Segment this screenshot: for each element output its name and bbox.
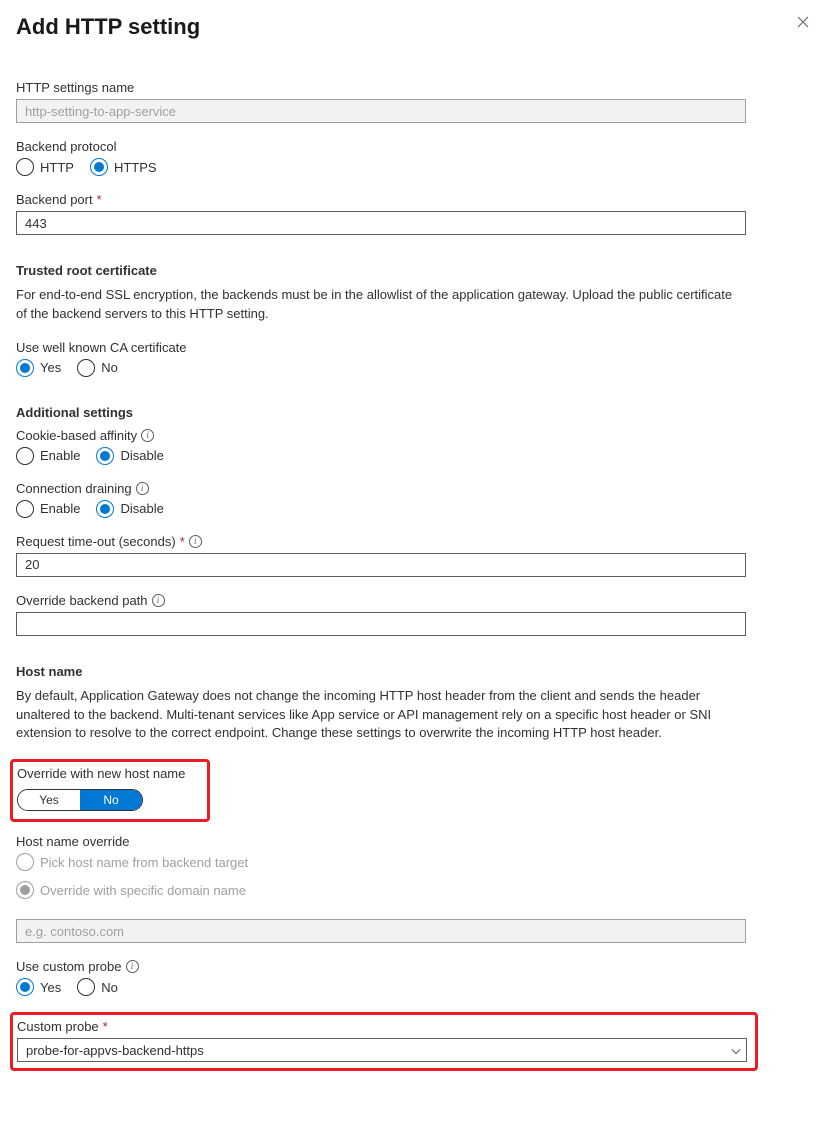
custom-probe-label: Custom probe* — [17, 1019, 749, 1034]
trusted-cert-heading: Trusted root certificate — [16, 263, 815, 278]
request-timeout-label: Request time-out (seconds)* i — [16, 534, 815, 549]
override-backend-path-label: Override backend path i — [16, 593, 815, 608]
info-icon[interactable]: i — [141, 429, 154, 442]
info-icon[interactable]: i — [189, 535, 202, 548]
http-settings-name-input[interactable] — [16, 99, 746, 123]
wellknown-ca-label: Use well known CA certificate — [16, 340, 815, 355]
override-new-hostname-no[interactable]: No — [80, 790, 142, 810]
info-icon[interactable]: i — [152, 594, 165, 607]
highlight-override-hostname: Override with new host name Yes No — [10, 759, 210, 822]
override-backend-path-input[interactable] — [16, 612, 746, 636]
use-custom-probe-yes-radio[interactable]: Yes — [16, 978, 61, 996]
wellknown-ca-no-radio[interactable]: No — [77, 359, 118, 377]
hostname-override-specific-radio: Override with specific domain name — [16, 881, 815, 899]
info-icon[interactable]: i — [136, 482, 149, 495]
override-new-hostname-label: Override with new host name — [17, 766, 199, 781]
highlight-custom-probe: Custom probe* probe-for-appvs-backend-ht… — [10, 1012, 758, 1071]
hostname-help: By default, Application Gateway does not… — [16, 687, 746, 744]
cookie-affinity-label: Cookie-based affinity i — [16, 428, 815, 443]
hostname-heading: Host name — [16, 664, 815, 679]
hostname-specific-input — [16, 919, 746, 943]
wellknown-ca-yes-text: Yes — [40, 360, 61, 375]
backend-protocol-label: Backend protocol — [16, 139, 815, 154]
use-custom-probe-no-radio[interactable]: No — [77, 978, 118, 996]
connection-draining-label: Connection draining i — [16, 481, 815, 496]
custom-probe-selected-value: probe-for-appvs-backend-https — [26, 1043, 204, 1058]
backend-protocol-http-radio[interactable]: HTTP — [16, 158, 74, 176]
custom-probe-select[interactable]: probe-for-appvs-backend-https — [17, 1038, 747, 1062]
override-new-hostname-yes[interactable]: Yes — [18, 790, 80, 810]
backend-protocol-https-radio[interactable]: HTTPS — [90, 158, 157, 176]
connection-draining-disable-radio[interactable]: Disable — [96, 500, 163, 518]
backend-port-label: Backend port* — [16, 192, 815, 207]
http-settings-name-label: HTTP settings name — [16, 80, 815, 95]
use-custom-probe-label: Use custom probe i — [16, 959, 815, 974]
backend-port-input[interactable] — [16, 211, 746, 235]
cookie-affinity-disable-radio[interactable]: Disable — [96, 447, 163, 465]
connection-draining-enable-radio[interactable]: Enable — [16, 500, 80, 518]
override-new-hostname-toggle[interactable]: Yes No — [17, 789, 143, 811]
page-title: Add HTTP setting — [16, 14, 200, 40]
close-icon[interactable] — [791, 14, 815, 34]
hostname-override-label: Host name override — [16, 834, 815, 849]
backend-protocol-http-text: HTTP — [40, 160, 74, 175]
hostname-override-pick-radio: Pick host name from backend target — [16, 853, 815, 871]
wellknown-ca-yes-radio[interactable]: Yes — [16, 359, 61, 377]
wellknown-ca-no-text: No — [101, 360, 118, 375]
additional-settings-heading: Additional settings — [16, 405, 815, 420]
request-timeout-input[interactable] — [16, 553, 746, 577]
trusted-cert-help: For end-to-end SSL encryption, the backe… — [16, 286, 746, 324]
info-icon[interactable]: i — [126, 960, 139, 973]
backend-protocol-https-text: HTTPS — [114, 160, 157, 175]
cookie-affinity-enable-radio[interactable]: Enable — [16, 447, 80, 465]
